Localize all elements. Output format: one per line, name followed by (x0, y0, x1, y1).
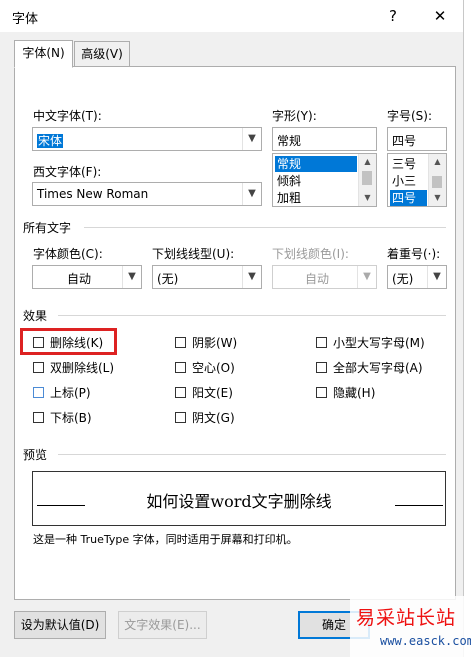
superscript-label[interactable]: 上标(P) (50, 384, 91, 401)
emboss-checkbox[interactable] (175, 387, 186, 398)
set-default-button[interactable]: 设为默认值(D) (14, 611, 106, 639)
western-font-value: Times New Roman (37, 187, 149, 201)
preview-sample-text: 如何设置word文字删除线 (146, 492, 332, 511)
chevron-down-icon: ▼ (357, 266, 376, 288)
chevron-down-icon[interactable]: ▼ (242, 266, 261, 288)
chevron-down-icon[interactable]: ▼ (122, 266, 141, 288)
chevron-down-icon[interactable]: ▼ (429, 190, 446, 206)
all-caps-checkbox[interactable] (316, 362, 327, 373)
list-item[interactable]: 常规 (275, 156, 357, 172)
engrave-checkbox[interactable] (175, 412, 186, 423)
underline-color-label: 下划线颜色(I): (272, 247, 349, 261)
subscript-label[interactable]: 下标(B) (50, 409, 92, 426)
text-effects-button: 文字效果(E)... (118, 611, 207, 639)
western-font-label: 西文字体(F): (33, 165, 102, 179)
list-item[interactable]: 倾斜 (275, 173, 301, 189)
small-caps-checkbox[interactable] (316, 337, 327, 348)
underline-style-combo[interactable]: (无) ▼ (152, 265, 262, 289)
preview-underline-right (395, 505, 443, 506)
hidden-checkbox[interactable] (316, 387, 327, 398)
chinese-font-combo[interactable]: 宋体 ▼ (32, 127, 262, 151)
preview-section-title: 预览 (23, 448, 48, 462)
underline-style-label: 下划线线型(U): (152, 247, 235, 261)
title-bar: 字体 ? ✕ (0, 0, 463, 32)
chevron-down-icon[interactable]: ▼ (427, 266, 446, 288)
font-style-input[interactable]: 常规 (272, 127, 377, 151)
tab-font[interactable]: 字体(N) (14, 40, 73, 68)
font-size-list[interactable]: 三号 小三 四号 ▲ ▼ (387, 153, 447, 207)
scrollbar[interactable]: ▲ ▼ (358, 154, 376, 206)
chevron-down-icon[interactable]: ▼ (242, 128, 261, 150)
watermark-url: www.easck.com (380, 634, 471, 648)
small-caps-label[interactable]: 小型大写字母(M) (333, 334, 425, 351)
emphasis-mark-label: 着重号(·): (387, 247, 441, 261)
list-item[interactable]: 三号 (390, 156, 416, 172)
scrollbar-thumb[interactable] (362, 171, 372, 185)
font-dialog: 字体 ? ✕ 字体(N) 高级(V) 中文字体(T): 宋体 ▼ 字形(Y): … (0, 0, 464, 657)
section-divider (84, 227, 446, 228)
double-strikethrough-label[interactable]: 双删除线(L) (50, 359, 114, 376)
dialog-title: 字体 (12, 12, 39, 27)
font-size-label: 字号(S): (387, 109, 433, 123)
underline-style-value: (无) (157, 272, 179, 286)
close-button[interactable]: ✕ (428, 4, 452, 28)
font-style-list[interactable]: 常规 倾斜 加粗 ▲ ▼ (272, 153, 377, 207)
list-item[interactable]: 四号 (390, 190, 427, 206)
font-color-value: 自动 (67, 272, 92, 286)
outline-checkbox[interactable] (175, 362, 186, 373)
double-strikethrough-checkbox[interactable] (33, 362, 44, 373)
chevron-up-icon[interactable]: ▲ (429, 154, 446, 170)
outline-label[interactable]: 空心(O) (192, 359, 235, 376)
font-color-label: 字体颜色(C): (33, 247, 103, 261)
shadow-label[interactable]: 阴影(W) (192, 334, 237, 351)
watermark-title: 易采站长站 (356, 607, 457, 629)
help-button[interactable]: ? (381, 4, 405, 28)
tab-advanced[interactable]: 高级(V) (74, 41, 130, 67)
chevron-down-icon[interactable]: ▼ (359, 190, 376, 206)
section-divider (58, 315, 446, 316)
chevron-up-icon[interactable]: ▲ (359, 154, 376, 170)
font-style-value: 常规 (277, 134, 302, 148)
underline-color-combo: 自动 ▼ (272, 265, 377, 289)
emphasis-mark-combo[interactable]: (无) ▼ (387, 265, 447, 289)
preview-box: 如何设置word文字删除线 (32, 471, 446, 526)
font-style-label: 字形(Y): (272, 109, 317, 123)
emphasis-mark-value: (无) (392, 272, 414, 286)
strikethrough-highlight-box (20, 328, 117, 355)
chinese-font-label: 中文字体(T): (33, 109, 102, 123)
font-size-input[interactable]: 四号 (387, 127, 447, 151)
chevron-down-icon[interactable]: ▼ (242, 183, 261, 205)
scrollbar-thumb[interactable] (432, 176, 442, 188)
section-divider (58, 454, 446, 455)
font-color-combo[interactable]: 自动 ▼ (32, 265, 142, 289)
chinese-font-value: 宋体 (37, 134, 64, 148)
list-item[interactable]: 加粗 (275, 190, 301, 206)
list-item[interactable]: 小三 (390, 173, 416, 189)
preview-description: 这是一种 TrueType 字体，同时适用于屏幕和打印机。 (33, 533, 298, 546)
western-font-combo[interactable]: Times New Roman ▼ (32, 182, 262, 206)
all-text-section-title: 所有文字 (23, 221, 72, 235)
engrave-label[interactable]: 阴文(G) (192, 409, 235, 426)
effects-section-title: 效果 (23, 309, 48, 323)
scrollbar[interactable]: ▲ ▼ (428, 154, 446, 206)
hidden-label[interactable]: 隐藏(H) (333, 384, 375, 401)
background-document-right (463, 0, 471, 657)
superscript-checkbox[interactable] (33, 387, 44, 398)
all-caps-label[interactable]: 全部大写字母(A) (333, 359, 423, 376)
shadow-checkbox[interactable] (175, 337, 186, 348)
font-size-value: 四号 (392, 134, 417, 148)
emboss-label[interactable]: 阳文(E) (192, 384, 233, 401)
underline-color-value: 自动 (305, 272, 330, 286)
subscript-checkbox[interactable] (33, 412, 44, 423)
